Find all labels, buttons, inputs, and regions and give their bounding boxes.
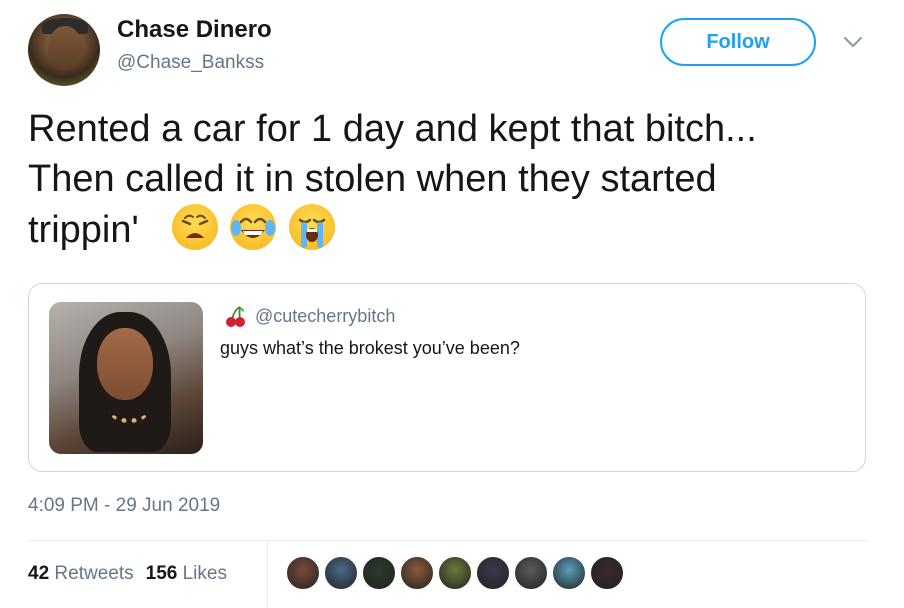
likes-count: 156 (145, 563, 178, 584)
liker-avatar[interactable] (552, 556, 586, 590)
liker-avatars (286, 556, 628, 590)
tweet-text-line-3-text: trippin' (28, 209, 139, 251)
tweet-text-line-1: Rented a car for 1 day and kept that bit… (28, 108, 757, 150)
retweets-label: Retweets (54, 563, 134, 584)
author-name[interactable]: Chase Dinero (117, 16, 272, 44)
liker-avatar[interactable] (590, 556, 624, 590)
quoted-tweet-text: guys what’s the brokest you’ve been? (220, 338, 520, 358)
chevron-down-icon[interactable] (842, 34, 864, 50)
author-handle[interactable]: @Chase_Bankss (117, 52, 264, 74)
liker-avatar[interactable] (286, 556, 320, 590)
tweet-timestamp[interactable]: 4:09 PM - 29 Jun 2019 (28, 495, 220, 517)
retweets-stat[interactable]: 42 Retweets (28, 563, 134, 584)
quoted-tweet-image[interactable] (49, 302, 203, 454)
cherries-icon (226, 306, 245, 327)
likes-stat[interactable]: 156 Likes (146, 563, 227, 584)
weary-face-icon (171, 204, 218, 250)
liker-avatar[interactable] (362, 556, 396, 590)
likes-label: Likes (182, 563, 227, 584)
quoted-image-chain (109, 398, 149, 423)
tweet-text: Rented a car for 1 day and kept that bit… (28, 104, 878, 255)
liker-avatar[interactable] (324, 556, 358, 590)
avatar-face (48, 26, 82, 70)
liker-avatar[interactable] (438, 556, 472, 590)
liker-avatar[interactable] (400, 556, 434, 590)
tweet-stats: 42 Retweets 156 Likes (28, 563, 227, 585)
quoted-image-face (97, 328, 153, 400)
follow-button[interactable]: Follow (660, 18, 816, 66)
tweet-text-line-2: Then called it in stolen when they start… (28, 158, 717, 200)
loudly-crying-face-icon (289, 204, 336, 250)
stats-divider (28, 540, 868, 541)
quoted-tweet-card[interactable]: @cutecherrybitch guys what’s the brokest… (28, 283, 866, 472)
liker-avatar[interactable] (514, 556, 548, 590)
tweet-text-line-3: trippin' (28, 204, 878, 255)
stats-vertical-divider (267, 541, 268, 608)
face-with-tears-of-joy-icon (230, 204, 277, 250)
author-avatar[interactable] (28, 14, 100, 86)
liker-avatar[interactable] (476, 556, 510, 590)
retweets-count: 42 (28, 563, 50, 584)
quoted-tweet-handle[interactable]: @cutecherrybitch (255, 306, 395, 327)
